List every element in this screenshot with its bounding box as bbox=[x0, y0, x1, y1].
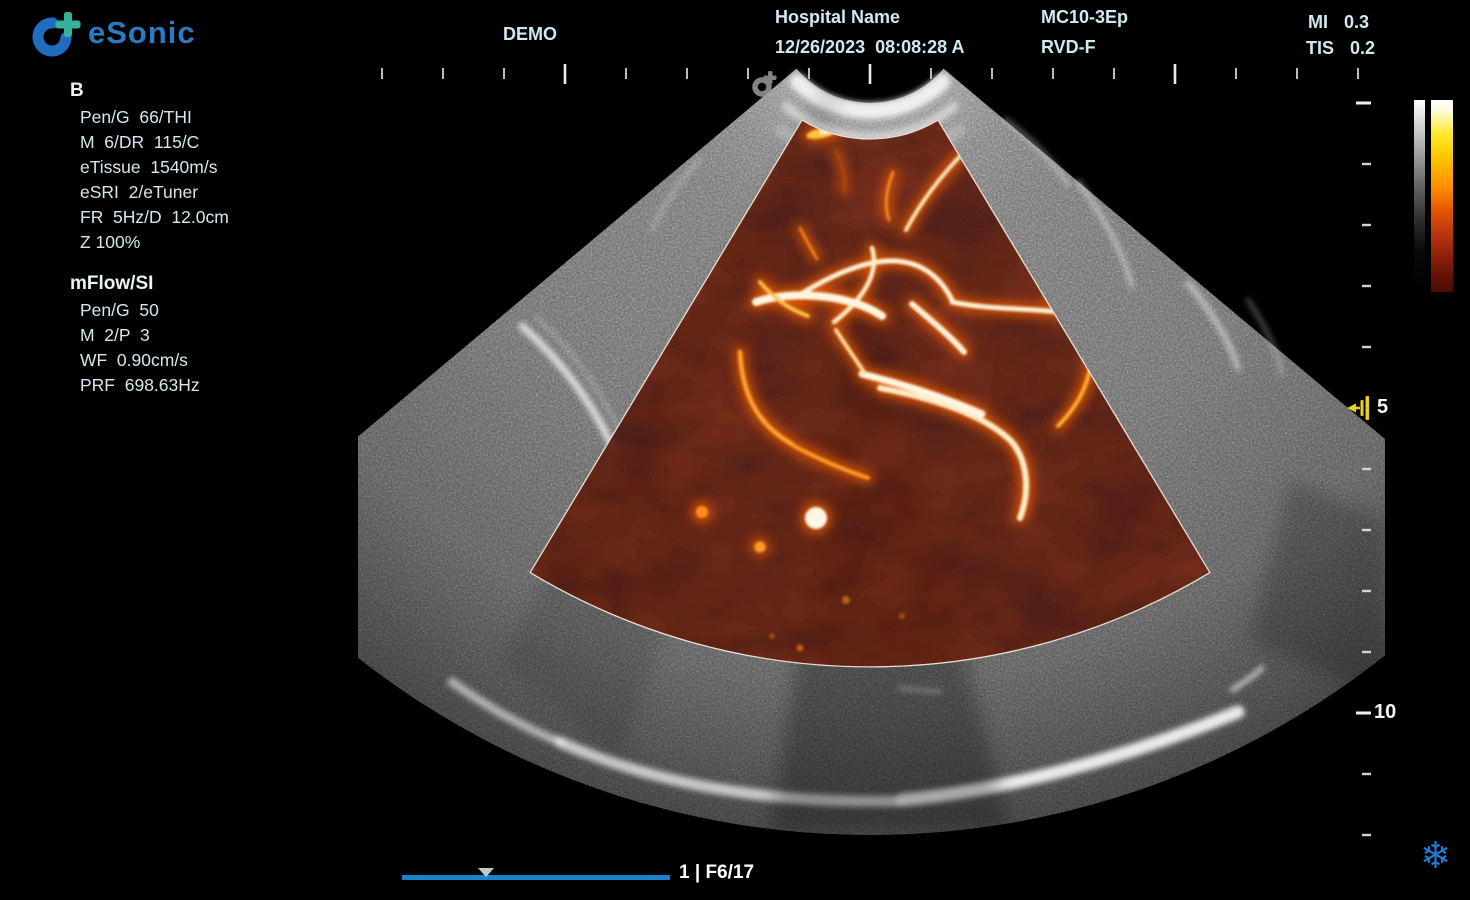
param-line: WF 0.90cm/s bbox=[70, 348, 200, 373]
esonic-logo-icon bbox=[30, 5, 86, 61]
param-line: M 2/P 3 bbox=[70, 323, 200, 348]
tis-indicator: TIS 0.2 bbox=[1306, 38, 1375, 59]
width-ruler bbox=[382, 64, 1358, 84]
datetime: 12/26/2023 08:08:28 A bbox=[775, 37, 964, 58]
mi-value: 0.3 bbox=[1344, 12, 1369, 33]
freeze-snowflake-icon: ❄ bbox=[1420, 836, 1451, 876]
mflow-title: mFlow/SI bbox=[70, 273, 200, 295]
mi-label: MI bbox=[1308, 12, 1328, 33]
cine-frame-info: 1 | F6/17 bbox=[679, 862, 754, 884]
probe-model: MC10-3Ep bbox=[1041, 7, 1128, 28]
param-line: FR 5Hz/D 12.0cm bbox=[70, 205, 229, 230]
mflow-color-map-bar bbox=[1431, 100, 1453, 292]
mflow-parameter-panel: mFlow/SI Pen/G 50 M 2/P 3 WF 0.90cm/s PR… bbox=[70, 273, 200, 398]
param-line: Pen/G 50 bbox=[70, 298, 200, 323]
cine-position-marker[interactable] bbox=[478, 868, 494, 877]
esonic-logo: eSonic bbox=[30, 5, 196, 61]
param-line: PRF 698.63Hz bbox=[70, 373, 200, 398]
param-line: M 6/DR 115/C bbox=[70, 130, 229, 155]
cine-scroll-bar[interactable] bbox=[402, 875, 670, 880]
grayscale-map-bar bbox=[1414, 100, 1425, 292]
hospital-name: Hospital Name bbox=[775, 7, 900, 28]
param-line: eSRI 2/eTuner bbox=[70, 180, 229, 205]
depth-label-10: 10 bbox=[1374, 701, 1396, 724]
param-line: eTissue 1540m/s bbox=[70, 155, 229, 180]
mi-indicator: MI 0.3 bbox=[1308, 12, 1369, 33]
exam-preset: RVD-F bbox=[1041, 37, 1096, 58]
tis-label: TIS bbox=[1306, 38, 1334, 59]
param-line: Z 100% bbox=[70, 230, 229, 255]
bmode-title: B bbox=[70, 80, 229, 102]
demo-label: DEMO bbox=[503, 24, 557, 45]
depth-label-5: 5 bbox=[1377, 396, 1388, 419]
ultrasound-screen: eSonic DEMO Hospital Name 12/26/2023 08:… bbox=[0, 0, 1470, 900]
bmode-parameter-panel: B Pen/G 66/THI M 6/DR 115/C eTissue 1540… bbox=[70, 80, 229, 255]
tis-value: 0.2 bbox=[1350, 38, 1375, 59]
param-line: Pen/G 66/THI bbox=[70, 105, 229, 130]
brand-name: eSonic bbox=[88, 15, 196, 51]
